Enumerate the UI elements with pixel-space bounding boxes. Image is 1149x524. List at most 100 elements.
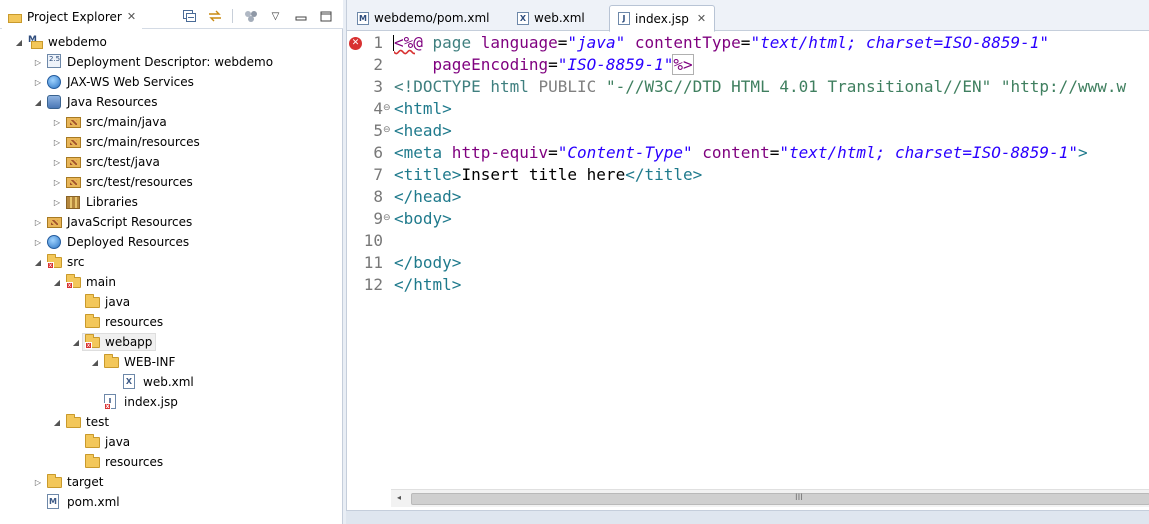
code-token: contentType xyxy=(625,33,741,52)
descriptor-icon: 2.5 xyxy=(47,54,63,70)
collapsed-arrow-icon[interactable]: ▷ xyxy=(33,477,43,487)
tree-item-index-jsp[interactable]: Jx index.jsp xyxy=(0,392,343,412)
code-token: <html> xyxy=(394,99,452,118)
tree-item-webapp[interactable]: ◢ x webapp xyxy=(0,332,343,352)
tree-item-java[interactable]: java xyxy=(0,292,343,312)
code-line-12: </html> xyxy=(394,274,461,296)
tab-index-jsp[interactable]: J index.jsp ✕ xyxy=(609,5,716,32)
scrollbar-thumb[interactable]: III xyxy=(411,493,1149,505)
toolbar-separator xyxy=(232,9,233,23)
tree-item-label: src xyxy=(67,255,85,269)
collapsed-arrow-icon[interactable]: ▷ xyxy=(52,117,62,127)
collapse-all-icon[interactable] xyxy=(182,9,197,23)
code-token: "Content-Type" xyxy=(557,143,693,162)
code-token: </html> xyxy=(394,275,462,294)
close-icon[interactable]: ✕ xyxy=(127,10,136,23)
tree-item-main[interactable]: ◢ x main xyxy=(0,272,343,292)
tree-item-label: JAX-WS Web Services xyxy=(67,75,194,89)
tree-item-web-inf[interactable]: ◢ WEB-INF xyxy=(0,352,343,372)
tree-item-src-main-java[interactable]: ▷ src/main/java xyxy=(0,112,343,132)
fold-toggle-icon[interactable]: ⊖ xyxy=(383,213,391,223)
scroll-left-icon[interactable]: ◂ xyxy=(397,493,401,502)
tab-pom-xml[interactable]: M webdemo/pom.xml xyxy=(349,5,497,31)
line-number: 12 xyxy=(363,275,383,294)
fold-toggle-icon[interactable]: ⊖ xyxy=(383,125,391,135)
libraries-icon xyxy=(66,194,82,210)
tab-web-xml[interactable]: X web.xml xyxy=(509,5,593,31)
tree-item-src-test-java[interactable]: ▷ src/test/java xyxy=(0,152,343,172)
expanded-arrow-icon[interactable]: ◢ xyxy=(33,257,43,267)
code-token: <%@ xyxy=(394,33,423,52)
collapsed-arrow-icon[interactable]: ▷ xyxy=(33,237,43,247)
tree-item-label: Deployment Descriptor: webdemo xyxy=(67,55,274,69)
tree-item-jax-ws-web-services[interactable]: ▷ JAX-WS Web Services xyxy=(0,72,343,92)
view-menu-icon[interactable]: ▽ xyxy=(268,9,283,23)
code-line-8: </head> xyxy=(394,186,461,208)
tree-item-webdemo[interactable]: ◢ Mwebdemo xyxy=(0,32,343,52)
expanded-arrow-icon[interactable]: ◢ xyxy=(33,97,43,107)
tree-item-label: main xyxy=(86,275,116,289)
package-folder-icon xyxy=(66,114,82,130)
maximize-icon[interactable] xyxy=(318,9,333,23)
tree-item-label: Java Resources xyxy=(67,95,158,109)
expanded-arrow-icon[interactable]: ◢ xyxy=(14,37,24,47)
tree-item-web-xml[interactable]: Xweb.xml xyxy=(0,372,343,392)
editor-area: M webdemo/pom.xml X web.xml J index.jsp … xyxy=(346,0,1149,510)
java-resources-icon xyxy=(47,94,63,110)
tab-project-explorer[interactable]: Project Explorer ✕ xyxy=(2,4,142,29)
folder-icon xyxy=(85,294,101,310)
expanded-arrow-icon[interactable]: ◢ xyxy=(71,337,81,347)
collapsed-arrow-icon[interactable]: ▷ xyxy=(33,57,43,67)
folder-icon xyxy=(66,414,82,430)
code-line-4: <html> xyxy=(394,98,452,120)
expanded-arrow-icon[interactable]: ◢ xyxy=(52,277,62,287)
code-line-1: <%@ page language="java" contentType="te… xyxy=(394,32,1049,54)
collapsed-arrow-icon[interactable]: ▷ xyxy=(33,77,43,87)
tree-item-src[interactable]: ◢ x src xyxy=(0,252,343,272)
code-token: = xyxy=(740,33,751,52)
scrollbar-grip: III xyxy=(795,493,803,503)
tree-item-label: web.xml xyxy=(143,375,194,389)
collapsed-arrow-icon[interactable]: ▷ xyxy=(33,217,43,227)
code-token: > xyxy=(1077,143,1088,162)
minimize-icon[interactable] xyxy=(293,9,308,23)
tree-item-resources[interactable]: resources xyxy=(0,452,343,472)
code-token: html xyxy=(480,77,539,96)
tree-item-libraries[interactable]: ▷ Libraries xyxy=(0,192,343,212)
collapsed-arrow-icon[interactable]: ▷ xyxy=(52,157,62,167)
tree-item-test[interactable]: ◢ test xyxy=(0,412,343,432)
close-icon[interactable]: ✕ xyxy=(697,12,706,25)
tree-item-label: java xyxy=(105,295,131,309)
expanded-arrow-icon[interactable]: ◢ xyxy=(90,357,100,367)
collapsed-arrow-icon[interactable]: ▷ xyxy=(52,197,62,207)
tree-item-javascript-resources[interactable]: ▷ JavaScript Resources xyxy=(0,212,343,232)
collapsed-arrow-icon[interactable]: ▷ xyxy=(52,137,62,147)
horizontal-scrollbar[interactable]: ◂ III xyxy=(391,489,1149,507)
code-token: content xyxy=(692,143,770,162)
tree-item-src-main-resources[interactable]: ▷ src/main/resources xyxy=(0,132,343,152)
line-number: 10 xyxy=(363,231,383,250)
tree-item-resources[interactable]: resources xyxy=(0,312,343,332)
expanded-arrow-icon[interactable]: ◢ xyxy=(52,417,62,427)
tree-item-label: src/main/resources xyxy=(86,135,200,149)
tree-item-label: Libraries xyxy=(86,195,138,209)
line-number: 1 xyxy=(373,33,383,52)
tree-item-pom-xml[interactable]: Mpom.xml xyxy=(0,492,343,512)
fold-toggle-icon[interactable]: ⊖ xyxy=(383,103,391,113)
tree-item-java-resources[interactable]: ◢ Java Resources xyxy=(0,92,343,112)
code-text-area[interactable]: <%@ page language="java" contentType="te… xyxy=(391,32,1149,489)
folder-error-icon: x xyxy=(47,254,63,270)
tree-item-deployment-descriptor-webdemo[interactable]: ▷ 2.5 Deployment Descriptor: webdemo xyxy=(0,52,343,72)
filter-icon[interactable] xyxy=(243,9,258,23)
tree-item-label: src/test/java xyxy=(86,155,160,169)
tree-item-java[interactable]: java xyxy=(0,432,343,452)
collapsed-arrow-icon[interactable]: ▷ xyxy=(52,177,62,187)
tree-item-target[interactable]: ▷ target xyxy=(0,472,343,492)
tree-item-deployed-resources[interactable]: ▷ Deployed Resources xyxy=(0,232,343,252)
code-token: = xyxy=(557,33,568,52)
folder-icon xyxy=(47,474,63,490)
code-token: %> xyxy=(672,54,694,75)
link-with-editor-icon[interactable] xyxy=(207,9,222,23)
code-token: "http://www.w xyxy=(991,77,1127,96)
tree-item-src-test-resources[interactable]: ▷ src/test/resources xyxy=(0,172,343,192)
